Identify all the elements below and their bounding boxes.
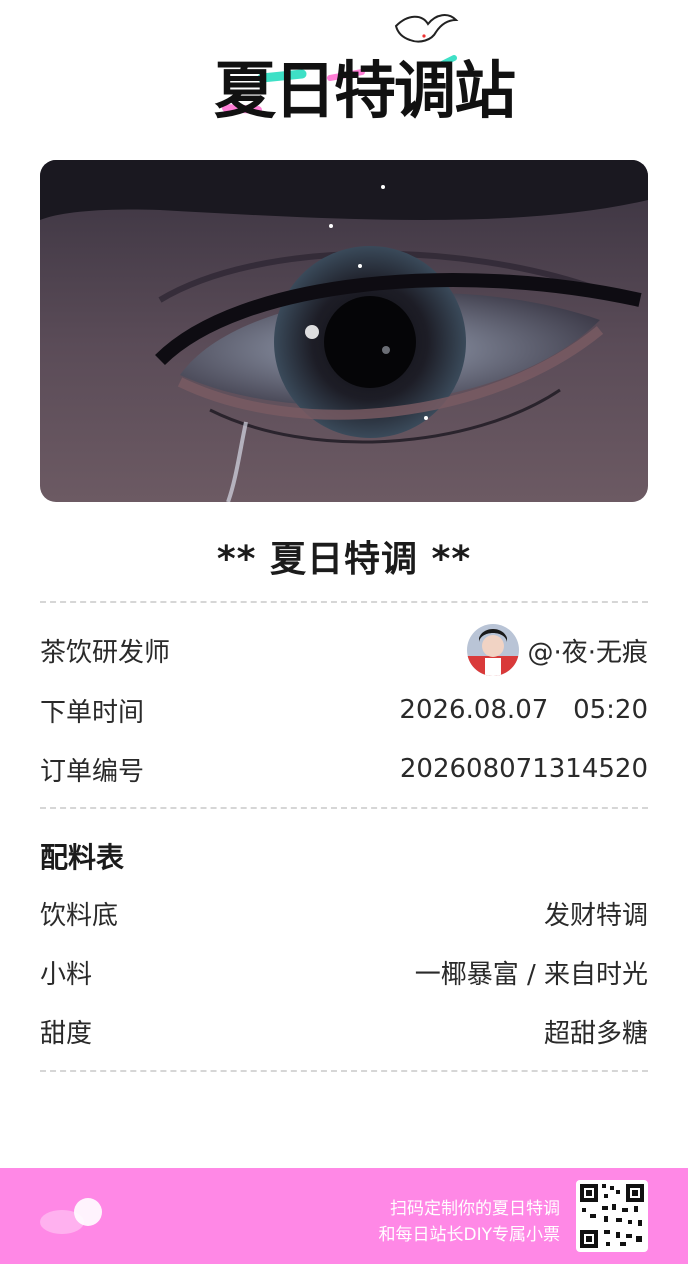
row-label: 饮料底 [40, 900, 119, 931]
divider [40, 601, 648, 603]
brand-logo: 夏日特调站 [0, 0, 688, 150]
row-base: 饮料底 发财特调 [40, 893, 648, 933]
row-value: 一椰暴富 / 来自时光 [414, 959, 648, 990]
footer-banner: 扫码定制你的夏日特调 和每日站长DIY专属小票 [0, 1168, 688, 1264]
row-value: @·夜·无痕 [467, 624, 648, 676]
divider [40, 1070, 648, 1072]
row-value: 超甜多糖 [543, 1018, 648, 1049]
row-sweetness: 甜度 超甜多糖 [40, 1011, 648, 1051]
row-order-number: 订单编号 202608071314520 [40, 749, 648, 789]
row-value: 202608071314520 [399, 754, 648, 784]
row-label: 订单编号 [40, 756, 145, 787]
seagull-icon [394, 14, 459, 43]
footer-text: 扫码定制你的夏日特调 和每日站长DIY专属小票 [379, 1196, 561, 1248]
logo-text: 夏日特调站 [214, 54, 516, 127]
row-label: 下单时间 [40, 697, 145, 728]
row-order-time: 下单时间 2026.08.07 05:20 [40, 690, 648, 730]
designer-name[interactable]: @·夜·无痕 [527, 632, 648, 669]
ingredients-heading: 配料表 [40, 841, 125, 874]
cloud-icon [40, 1198, 102, 1234]
row-label: 甜度 [40, 1018, 93, 1049]
qr-code-icon[interactable] [576, 1180, 648, 1252]
divider [40, 807, 648, 809]
row-designer: 茶饮研发师 @·夜·无痕 [40, 624, 648, 676]
row-value: 发财特调 [543, 900, 648, 931]
footer-line-2: 和每日站长DIY专属小票 [378, 1225, 561, 1245]
row-label: 茶饮研发师 [40, 637, 171, 668]
receipt-title: ** 夏日特调 ** [216, 539, 472, 580]
hero-image [40, 160, 648, 502]
footer-line-1: 扫码定制你的夏日特调 [390, 1199, 560, 1219]
row-label: 小料 [40, 959, 93, 990]
avatar[interactable] [467, 624, 520, 676]
row-toppings: 小料 一椰暴富 / 来自时光 [40, 952, 648, 992]
row-value: 2026.08.07 05:20 [399, 695, 648, 725]
